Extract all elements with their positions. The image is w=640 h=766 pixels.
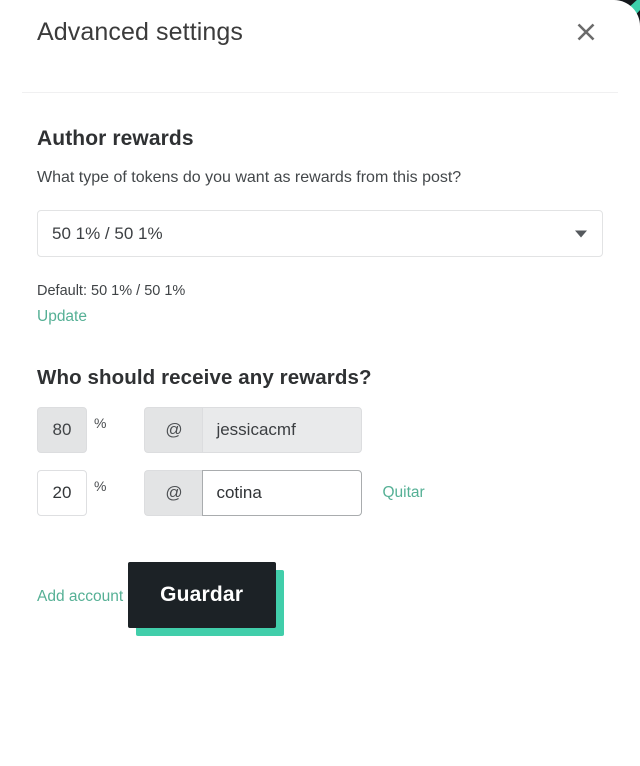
- add-account-link[interactable]: Add account: [37, 588, 123, 606]
- page-title: Advanced settings: [37, 18, 243, 46]
- beneficiary-percent-input-2[interactable]: [37, 470, 87, 516]
- header-divider: [22, 92, 618, 93]
- beneficiary-username-group-2: @: [144, 470, 363, 516]
- advanced-settings-modal: Advanced settings Author rewards What ty…: [0, 0, 640, 766]
- at-symbol-icon-2: @: [144, 470, 203, 516]
- beneficiary-username-input-1[interactable]: [202, 407, 363, 453]
- reward-type-select[interactable]: 50 1% / 50 1%: [37, 210, 603, 257]
- author-rewards-heading: Author rewards: [37, 127, 194, 150]
- reward-type-selected-value: 50 1% / 50 1%: [52, 223, 163, 243]
- percent-sign-2: %: [94, 478, 107, 494]
- save-button[interactable]: Guardar: [127, 562, 276, 628]
- author-rewards-description: What type of tokens do you want as rewar…: [37, 169, 462, 186]
- modal-header: Advanced settings: [0, 0, 640, 93]
- modal-body: Author rewards What type of tokens do yo…: [0, 127, 640, 636]
- update-link[interactable]: Update: [37, 308, 87, 326]
- close-icon: [575, 21, 597, 43]
- percent-sign-1: %: [94, 415, 107, 431]
- table-row: % @ Quitar: [37, 470, 603, 516]
- beneficiary-percent-input-1[interactable]: [37, 407, 87, 453]
- reward-type-select-wrapper: 50 1% / 50 1%: [37, 210, 603, 257]
- close-button[interactable]: [571, 17, 601, 47]
- beneficiary-username-input-2[interactable]: [202, 470, 363, 516]
- remove-beneficiary-link[interactable]: Quitar: [382, 484, 424, 502]
- table-row: % @: [37, 407, 603, 453]
- beneficiaries-heading: Who should receive any rewards?: [37, 366, 372, 389]
- default-reward-text: Default: 50 1% / 50 1%: [37, 283, 186, 299]
- save-button-wrapper: Guardar: [127, 562, 284, 636]
- at-symbol-icon-1: @: [144, 407, 203, 453]
- beneficiary-username-group-1: @: [144, 407, 363, 453]
